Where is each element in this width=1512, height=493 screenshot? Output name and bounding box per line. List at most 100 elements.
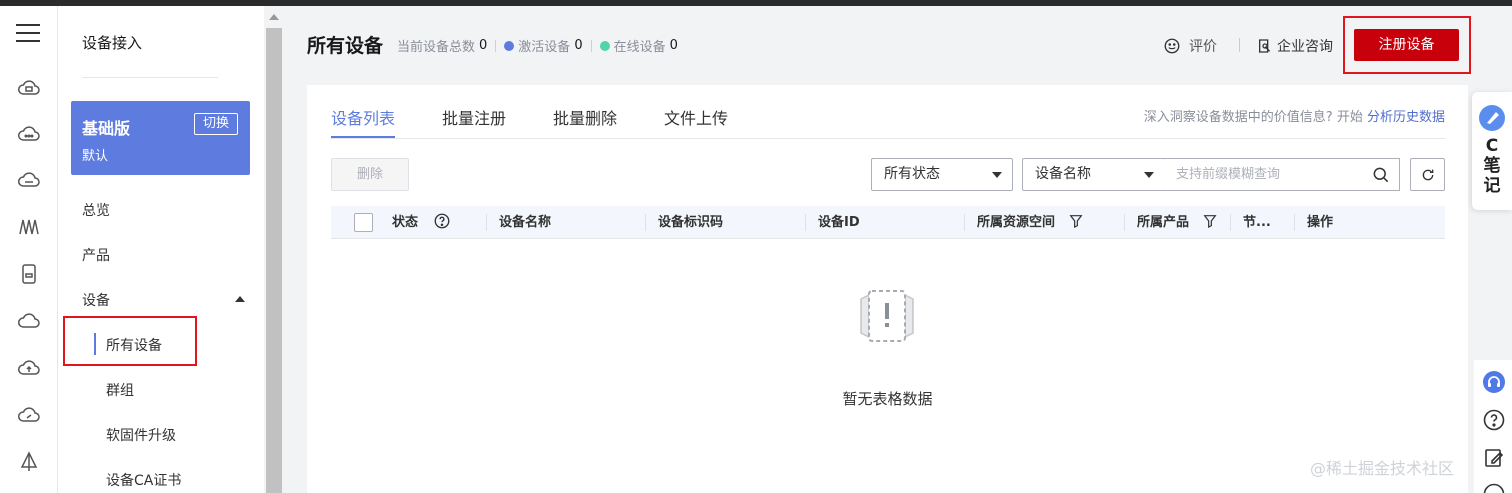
consult-label: 企业咨询 bbox=[1277, 39, 1333, 55]
device-stats: 当前设备总数 0 激活设备 0 在线设备 0 bbox=[397, 36, 678, 55]
more-icon[interactable] bbox=[1482, 482, 1506, 493]
cloud-dots-icon[interactable] bbox=[17, 122, 41, 146]
sidebar-item-overview[interactable]: 总览 bbox=[82, 200, 110, 220]
divider bbox=[1230, 214, 1231, 231]
search-placeholder: 支持前缀模糊查询 bbox=[1176, 167, 1281, 182]
service-title: 设备接入 bbox=[82, 34, 143, 52]
field-select-value: 设备名称 bbox=[1035, 166, 1091, 182]
switch-edition-button[interactable]: 切换 bbox=[194, 113, 238, 135]
column-device-name: 设备名称 bbox=[499, 215, 552, 230]
consult-icon bbox=[1259, 39, 1271, 53]
sidebar-item-product[interactable]: 产品 bbox=[82, 245, 110, 265]
note-widget[interactable]: C笔记 bbox=[1472, 92, 1512, 210]
watermark: @稀土掘金技术社区 bbox=[1310, 459, 1455, 478]
scrollbar-thumb[interactable] bbox=[266, 28, 282, 493]
active-dot-icon bbox=[504, 40, 515, 51]
edit-feedback-icon[interactable] bbox=[1482, 446, 1506, 470]
sidebar-item-groups[interactable]: 群组 bbox=[106, 380, 134, 400]
device-icon[interactable] bbox=[17, 262, 41, 286]
divider bbox=[82, 77, 218, 78]
chevron-down-icon bbox=[1144, 172, 1154, 178]
refresh-button[interactable] bbox=[1410, 158, 1445, 191]
sidebar-item-ca-cert[interactable]: 设备CA证书 bbox=[106, 470, 181, 490]
sub-navigation: 设备接入 基础版 默认 切换 总览 产品 设备 所有设备 群组 软固件升级 设备… bbox=[58, 6, 264, 493]
column-product-label: 所属产品 bbox=[1137, 215, 1190, 230]
headset-icon[interactable] bbox=[1482, 370, 1506, 394]
column-product: 所属产品 bbox=[1137, 206, 1218, 239]
column-node-id: 设备标识码 bbox=[658, 215, 724, 230]
active-label: 激活设备 bbox=[518, 40, 571, 55]
sidebar-item-firmware[interactable]: 软固件升级 bbox=[106, 425, 176, 445]
chevron-down-icon bbox=[992, 172, 1002, 178]
column-status: 状态 bbox=[392, 206, 451, 239]
column-node-type: 节... bbox=[1243, 215, 1271, 230]
cloud-server-icon[interactable] bbox=[17, 168, 41, 192]
total-value: 0 bbox=[479, 38, 488, 53]
online-value: 0 bbox=[669, 38, 678, 53]
cloud-upload-icon[interactable] bbox=[17, 356, 41, 380]
tab-device-list[interactable]: 设备列表 bbox=[331, 105, 396, 138]
icon-rail bbox=[0, 6, 58, 493]
tabs: 设备列表 批量注册 批量删除 文件上传 bbox=[331, 105, 775, 138]
divider bbox=[1294, 214, 1295, 231]
device-list-card: 设备列表 批量注册 批量删除 文件上传 深入洞察设备数据中的价值信息? 开始 分… bbox=[307, 85, 1468, 493]
status-select[interactable]: 所有状态 bbox=[871, 158, 1013, 191]
scroll-up-icon[interactable] bbox=[269, 14, 279, 20]
sidebar-item-device[interactable]: 设备 bbox=[82, 290, 110, 310]
edition-name: 基础版 bbox=[82, 119, 131, 138]
divider bbox=[1124, 214, 1125, 231]
total-label: 当前设备总数 bbox=[397, 40, 476, 55]
divider bbox=[590, 39, 592, 52]
online-dot-icon bbox=[599, 40, 610, 51]
edition-instance: 默认 bbox=[82, 149, 109, 164]
divider bbox=[486, 214, 487, 231]
divider bbox=[1239, 38, 1240, 52]
menu-icon[interactable] bbox=[16, 24, 40, 44]
rate-button[interactable]: 评价 bbox=[1163, 36, 1217, 56]
search-input[interactable]: 支持前缀模糊查询 bbox=[1164, 158, 1400, 191]
filter-icon[interactable] bbox=[1202, 213, 1218, 229]
active-value: 0 bbox=[574, 38, 583, 53]
note-label: C笔记 bbox=[1483, 136, 1501, 196]
chevron-up-icon[interactable] bbox=[235, 296, 245, 302]
edition-card: 基础版 默认 切换 bbox=[71, 101, 250, 175]
column-actions: 操作 bbox=[1307, 215, 1334, 230]
page-title: 所有设备 bbox=[307, 35, 384, 57]
cloud-link-icon[interactable] bbox=[17, 403, 41, 427]
divider bbox=[805, 214, 806, 231]
field-select[interactable]: 设备名称 bbox=[1022, 158, 1165, 191]
wave-icon[interactable] bbox=[17, 214, 41, 238]
sail-icon[interactable] bbox=[17, 450, 41, 474]
note-logo-icon bbox=[1479, 105, 1505, 131]
scrollbar[interactable] bbox=[264, 6, 284, 493]
tab-file-upload[interactable]: 文件上传 bbox=[664, 105, 728, 138]
divider bbox=[495, 39, 497, 52]
insight-text: 深入洞察设备数据中的价值信息? 开始 分析历史数据 bbox=[1144, 106, 1445, 125]
rate-label: 评价 bbox=[1189, 39, 1217, 55]
column-device-id: 设备ID bbox=[818, 215, 860, 230]
divider bbox=[964, 214, 965, 231]
consult-button[interactable]: 企业咨询 bbox=[1257, 36, 1333, 56]
search-icon[interactable] bbox=[1371, 165, 1391, 185]
tab-batch-delete[interactable]: 批量删除 bbox=[553, 105, 617, 138]
smile-icon bbox=[1164, 38, 1180, 54]
column-resource-space-label: 所属资源空间 bbox=[977, 215, 1056, 230]
analyze-history-link[interactable]: 分析历史数据 bbox=[1367, 110, 1445, 125]
table-header-divider bbox=[331, 238, 1445, 239]
delete-button[interactable]: 删除 bbox=[331, 158, 409, 191]
empty-data-icon bbox=[860, 290, 914, 342]
right-toolbar bbox=[1474, 360, 1512, 493]
highlight-box bbox=[63, 316, 197, 366]
status-select-value: 所有状态 bbox=[884, 166, 940, 182]
filter-icon[interactable] bbox=[1068, 213, 1084, 229]
help-icon[interactable] bbox=[433, 212, 451, 230]
insight-label: 深入洞察设备数据中的价值信息? 开始 bbox=[1143, 110, 1363, 125]
column-status-label: 状态 bbox=[392, 215, 419, 230]
divider bbox=[645, 214, 646, 231]
cloud-chip-icon[interactable] bbox=[17, 76, 41, 100]
help-icon[interactable] bbox=[1482, 408, 1506, 432]
select-all-checkbox[interactable] bbox=[354, 213, 373, 232]
cloud-icon[interactable] bbox=[17, 309, 41, 333]
tab-batch-register[interactable]: 批量注册 bbox=[442, 105, 506, 138]
online-label: 在线设备 bbox=[613, 40, 666, 55]
